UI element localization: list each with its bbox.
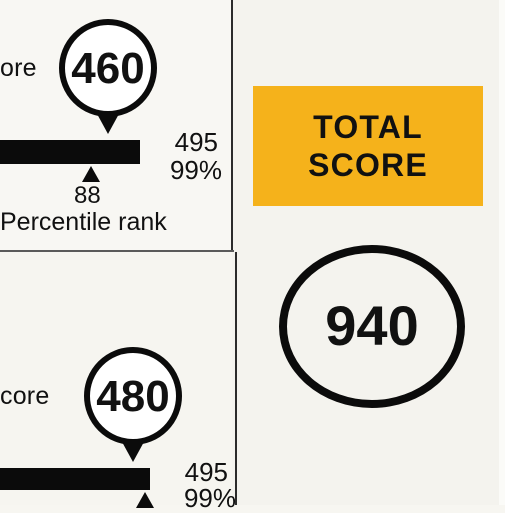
section1-max-score: 495 (174, 127, 218, 157)
section1-percentile-value: 88 (74, 182, 101, 209)
divider-vertical-top (231, 0, 233, 252)
total-title-line1: TOTAL (313, 109, 423, 145)
total-score-circle: 940 (279, 245, 465, 408)
total-score-value: 940 (325, 294, 419, 357)
section2-score-bar (0, 468, 150, 490)
section1-score-bar (0, 140, 140, 164)
divider-horizontal (0, 250, 234, 252)
page-edge (499, 0, 505, 505)
section1-score-value: 460 (71, 44, 145, 93)
total-score-banner: TOTAL SCORE (253, 86, 483, 206)
section1-score-marker: 460 (52, 18, 164, 146)
section1-score-label: ore (0, 54, 37, 82)
section1-max-percent: 99% (169, 155, 222, 185)
section1-percentile-label: Percentile rank (0, 208, 167, 236)
section2-max-percent: 99% (183, 483, 236, 513)
section2-max-score: 495 (184, 457, 228, 487)
section2-score-marker: 480 (77, 344, 189, 470)
section2-percentile-marker (136, 492, 154, 508)
divider-vertical-bottom (235, 252, 237, 505)
total-title-line2: SCORE (308, 147, 428, 183)
section2-score-value: 480 (96, 372, 170, 421)
section1-percentile-marker (82, 166, 100, 182)
section2-score-label: core (0, 382, 50, 410)
